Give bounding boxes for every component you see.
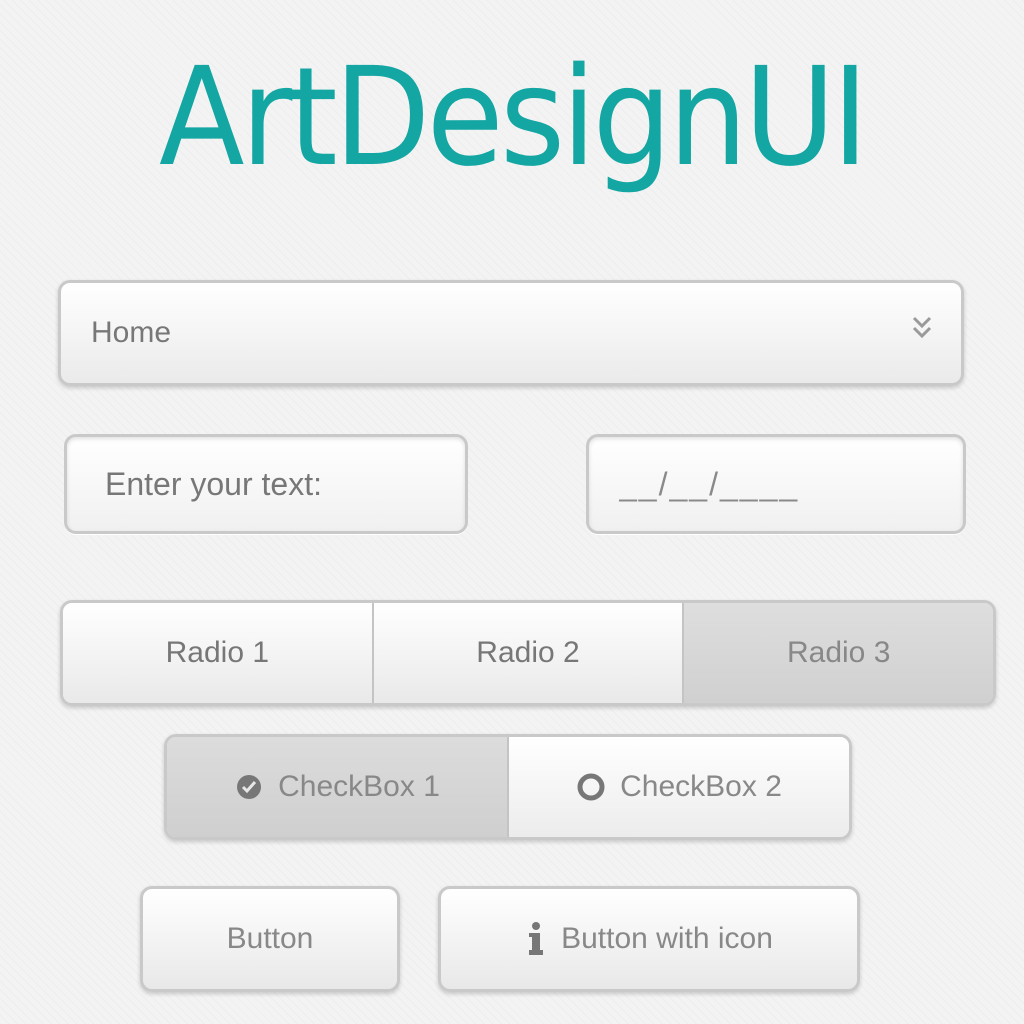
radio-option-2[interactable]: Radio 2 — [373, 603, 685, 703]
plain-button[interactable]: Button — [140, 886, 400, 992]
check-circle-icon — [234, 772, 264, 802]
radio-option-3[interactable]: Radio 3 — [684, 603, 993, 703]
radio-group: Radio 1 Radio 2 Radio 3 — [60, 600, 996, 706]
icon-button[interactable]: Button with icon — [438, 886, 860, 992]
checkbox-group: CheckBox 1 CheckBox 2 — [164, 734, 852, 840]
date-input[interactable] — [586, 434, 966, 534]
text-input[interactable] — [64, 434, 468, 534]
navigation-dropdown[interactable]: Home — [58, 280, 964, 386]
empty-circle-icon — [576, 772, 606, 802]
checkbox-2[interactable]: CheckBox 2 — [509, 737, 849, 837]
radio-option-1[interactable]: Radio 1 — [63, 603, 374, 703]
checkbox-2-label: CheckBox 2 — [620, 770, 782, 803]
dropdown-selected-value: Home — [91, 316, 172, 349]
icon-button-label: Button with icon — [561, 922, 773, 955]
app-logo: ArtDesignUI — [158, 39, 869, 197]
info-icon — [525, 921, 547, 957]
checkbox-1-label: CheckBox 1 — [278, 770, 440, 803]
checkbox-1[interactable]: CheckBox 1 — [167, 737, 509, 837]
chevron-double-down-icon[interactable] — [911, 313, 933, 353]
plain-button-label: Button — [226, 922, 314, 955]
